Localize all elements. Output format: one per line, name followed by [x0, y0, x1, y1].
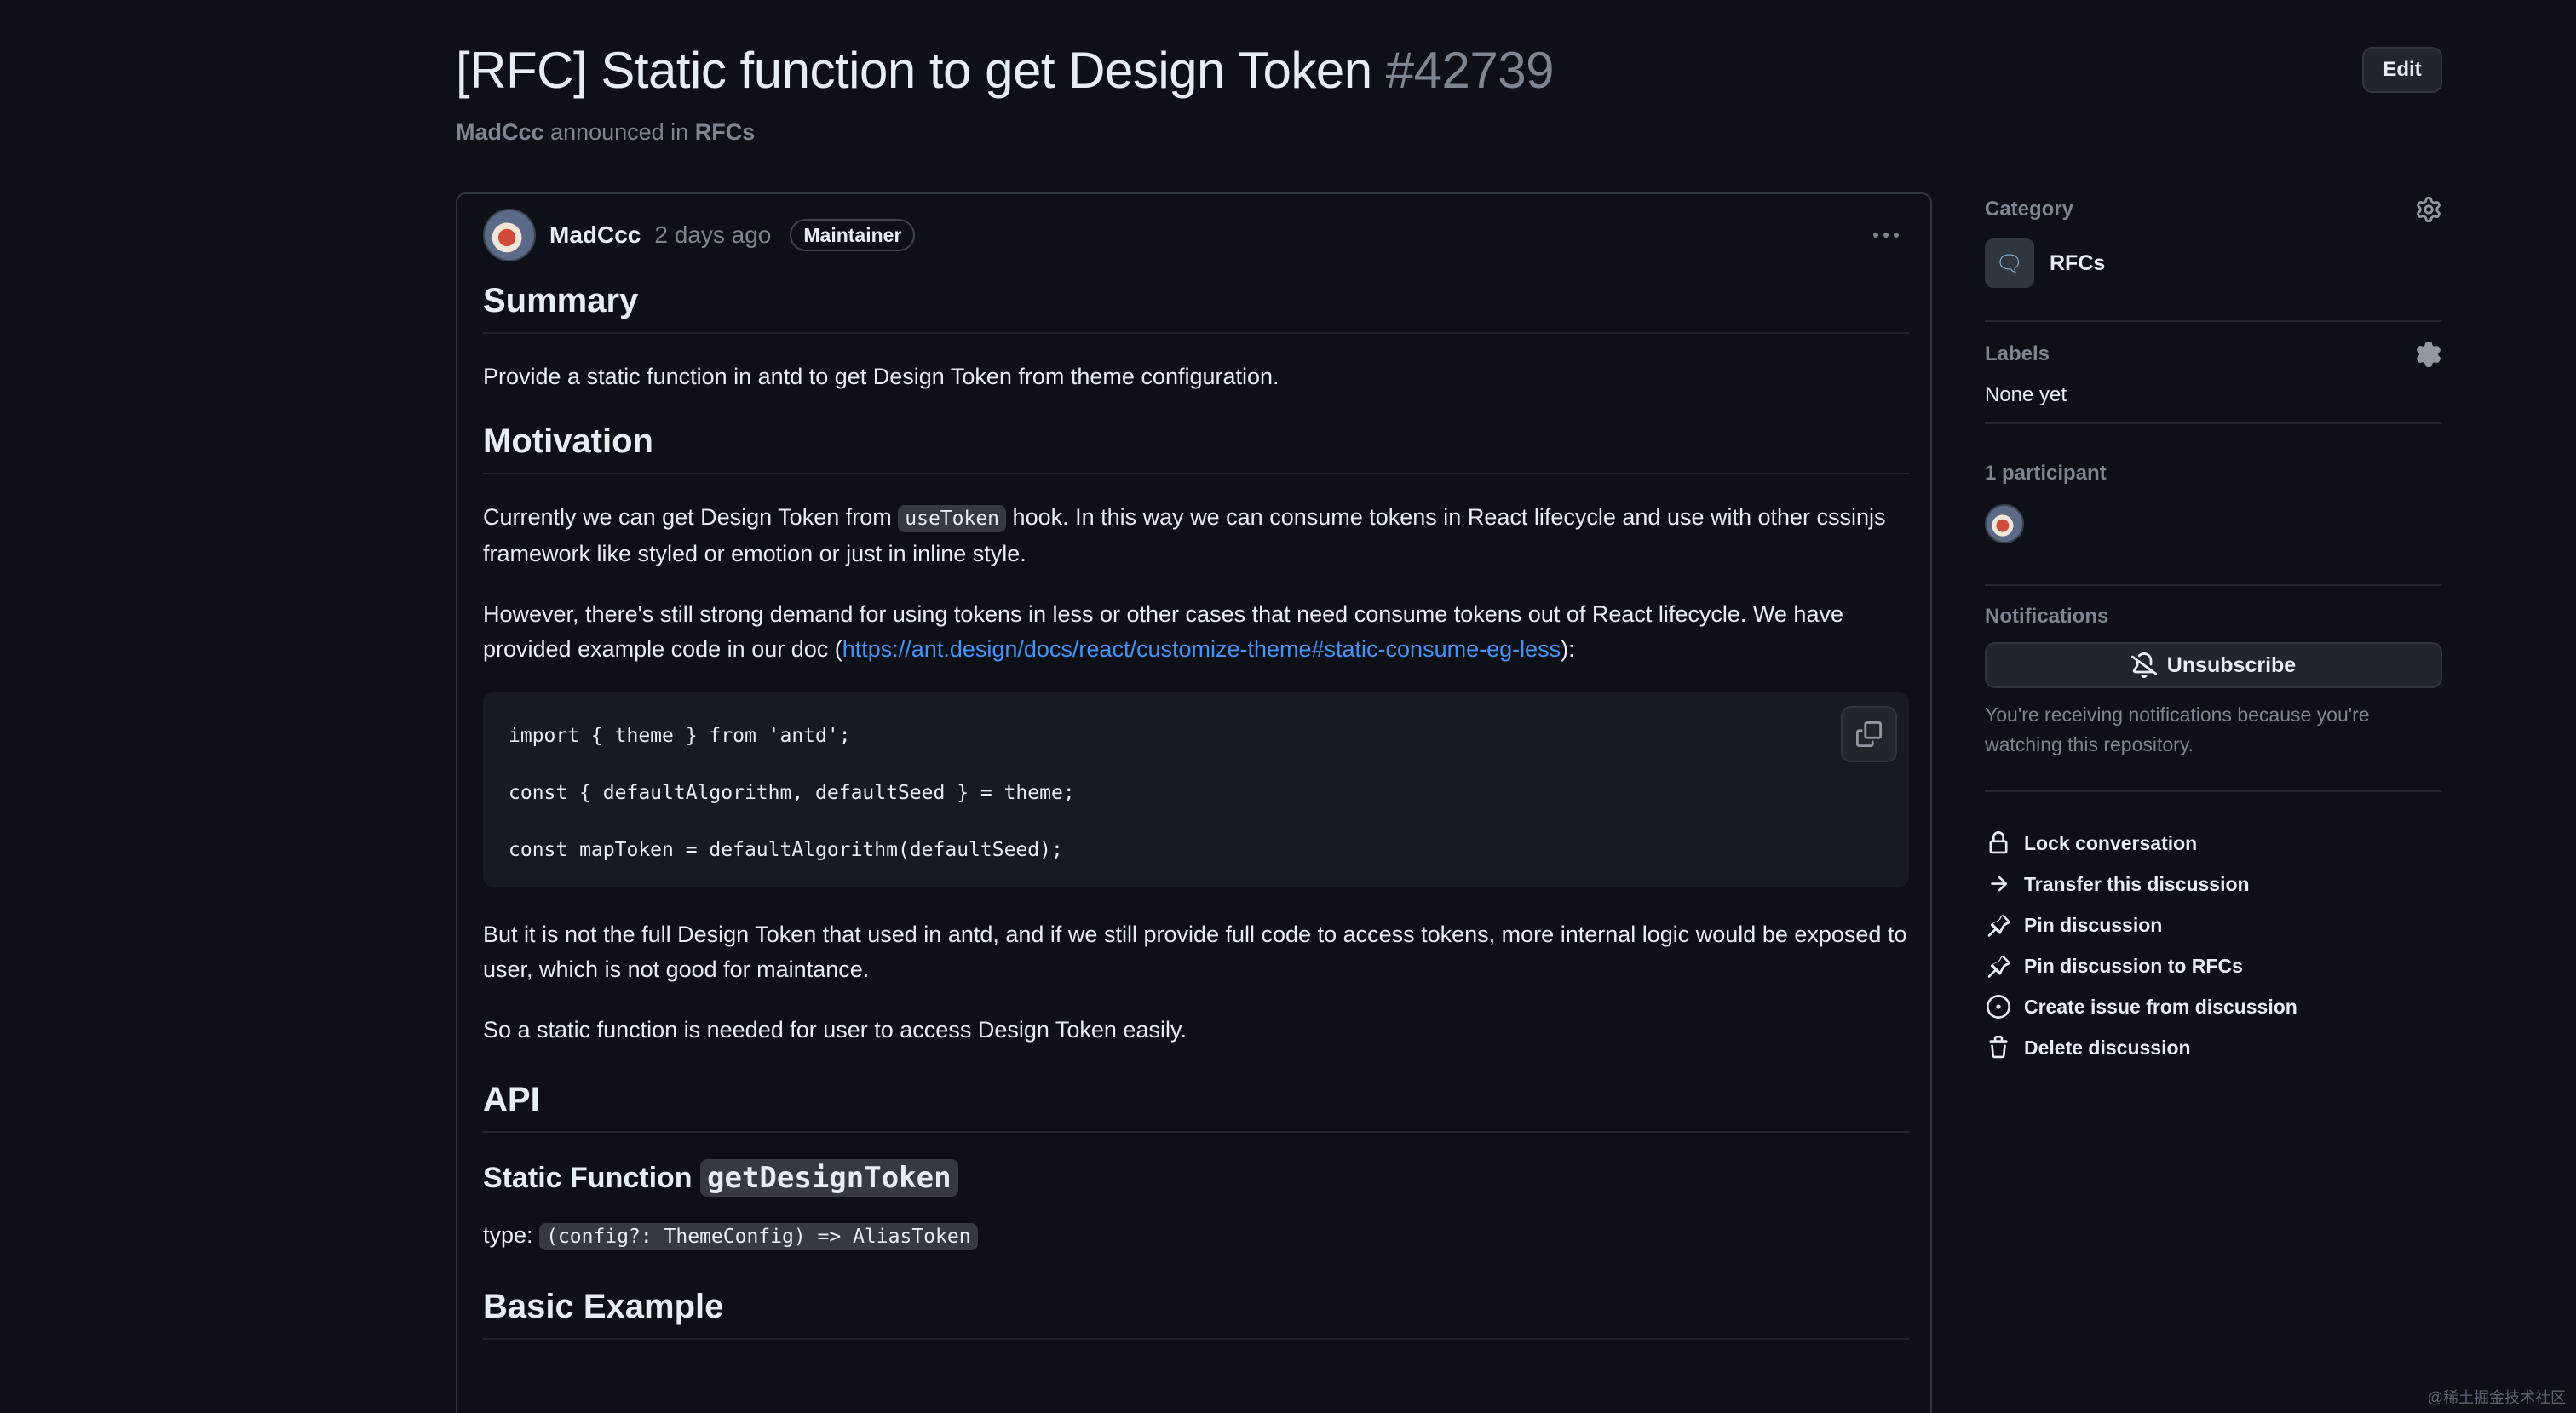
- avatar[interactable]: [483, 209, 536, 261]
- category-settings-button[interactable]: [2415, 196, 2442, 223]
- participants-title: 1 participant: [1985, 462, 2107, 485]
- gear-icon: [2417, 197, 2441, 222]
- code-line-1: import { theme } from 'antd';: [509, 725, 851, 747]
- pin-discussion-to-category-action[interactable]: Pin discussion to RFCs: [1985, 945, 2442, 986]
- title-text: [RFC] Static function to get Design Toke…: [456, 41, 1372, 99]
- unsubscribe-button[interactable]: Unsubscribe: [1985, 642, 2442, 688]
- post-author[interactable]: MadCcc: [549, 221, 641, 249]
- copy-icon: [1856, 721, 1882, 747]
- discussion-actions: Lock conversation Transfer this discussi…: [1985, 823, 2442, 1068]
- motivation-p1-text-a: Currently we can get Design Token from: [483, 504, 892, 530]
- maintainer-badge: Maintainer: [790, 219, 916, 251]
- title-row: [RFC] Static function to get Design Toke…: [456, 34, 2442, 106]
- discussion-page: [RFC] Static function to get Design Toke…: [0, 0, 2576, 1413]
- arrow-right-icon: [1985, 870, 2012, 898]
- pin-icon: [1985, 911, 2012, 939]
- labels-section: Labels None yet: [1985, 341, 2442, 424]
- motivation-heading: Motivation: [483, 420, 1909, 474]
- sidebar: Category 🗨 RFCs Labels None yet 1 partic…: [1985, 196, 2442, 1068]
- type-label: type:: [483, 1221, 533, 1248]
- gear-icon: [2417, 342, 2441, 367]
- discussion-post: MadCcc 2 days ago Maintainer Summary Pro…: [456, 192, 1932, 1413]
- post-header: MadCcc 2 days ago Maintainer: [483, 208, 1909, 262]
- issue-opened-icon: [1985, 993, 2012, 1020]
- action-label: Create issue from discussion: [2024, 995, 2297, 1018]
- category-section: Category 🗨 RFCs: [1985, 196, 2442, 322]
- action-label: Pin discussion: [2024, 913, 2163, 936]
- motivation-p2-text-b: ):: [1561, 636, 1575, 662]
- lock-icon: [1985, 830, 2012, 857]
- labels-settings-button[interactable]: [2415, 341, 2442, 368]
- bell-slash-icon: [2130, 652, 2157, 678]
- speech-balloon-icon: 🗨: [1985, 238, 2034, 288]
- announced-text: announced in: [550, 119, 689, 145]
- watermark: @稀土掘金技术社区: [2427, 1389, 2566, 1406]
- participant-avatar[interactable]: [1985, 504, 2024, 543]
- static-function-heading: Static Function getDesignToken: [483, 1158, 1909, 1199]
- more-options-button[interactable]: [1863, 218, 1909, 252]
- static-function-code: getDesignToken: [700, 1159, 958, 1197]
- motivation-paragraph-2: However, there's still strong demand for…: [483, 597, 1909, 667]
- code-line-3: const mapToken = defaultAlgorithm(defaul…: [509, 839, 1063, 861]
- lock-conversation-action[interactable]: Lock conversation: [1985, 823, 2442, 864]
- kebab-dot-icon: [1883, 233, 1889, 238]
- page-title: [RFC] Static function to get Design Toke…: [456, 41, 1555, 100]
- action-label: Lock conversation: [2024, 831, 2198, 854]
- edit-button[interactable]: Edit: [2362, 47, 2442, 93]
- type-code: (config?: ThemeConfig) => AliasToken: [539, 1222, 978, 1250]
- create-issue-action[interactable]: Create issue from discussion: [1985, 986, 2442, 1027]
- category-name: RFCs: [2050, 250, 2106, 275]
- category-title-row: Category: [1985, 196, 2442, 223]
- code-content: import { theme } from 'antd'; const { de…: [509, 708, 1883, 879]
- header-category-link[interactable]: RFCs: [695, 119, 756, 145]
- type-line: type: (config?: ThemeConfig) => AliasTok…: [483, 1218, 1909, 1255]
- action-label: Delete discussion: [2024, 1036, 2191, 1059]
- category-title: Category: [1985, 198, 2074, 221]
- discussion-number: #42739: [1385, 41, 1555, 99]
- api-heading: API: [483, 1078, 1909, 1133]
- paragraph-3: But it is not the full Design Token that…: [483, 922, 1907, 982]
- static-function-label: Static Function: [483, 1162, 693, 1194]
- notifications-note: You're receiving notifications because y…: [1985, 704, 2370, 755]
- announcement-line: MadCcc announced in RFCs: [456, 119, 755, 146]
- summary-text: Provide a static function in antd to get…: [483, 364, 1279, 389]
- kebab-dot-icon: [1873, 233, 1878, 238]
- copy-button[interactable]: [1841, 706, 1897, 762]
- docs-link[interactable]: https://ant.design/docs/react/customize-…: [842, 636, 1561, 662]
- post-timestamp[interactable]: 2 days ago: [654, 221, 771, 249]
- paragraph-4: So a static function is needed for user …: [483, 1017, 1187, 1043]
- inline-code-usetoken: useToken: [898, 505, 1007, 532]
- pin-discussion-action[interactable]: Pin discussion: [1985, 905, 2442, 945]
- motivation-paragraph-1: Currently we can get Design Token from u…: [483, 500, 1909, 572]
- action-label: Pin discussion to RFCs: [2024, 954, 2243, 977]
- participants-section: 1 participant: [1985, 462, 2442, 586]
- code-block: import { theme } from 'antd'; const { de…: [483, 692, 1909, 887]
- transfer-discussion-action[interactable]: Transfer this discussion: [1985, 864, 2442, 905]
- header-author-link[interactable]: MadCcc: [456, 119, 544, 145]
- summary-heading: Summary: [483, 279, 1909, 334]
- pin-icon: [1985, 952, 2012, 979]
- notifications-section: Notifications Unsubscribe You're receivi…: [1985, 605, 2442, 792]
- post-body: Summary Provide a static function in ant…: [483, 279, 1909, 1365]
- trash-icon: [1985, 1034, 2012, 1061]
- notifications-title: Notifications: [1985, 605, 2109, 628]
- delete-discussion-action[interactable]: Delete discussion: [1985, 1027, 2442, 1068]
- basic-example-heading: Basic Example: [483, 1285, 1909, 1340]
- category-item[interactable]: 🗨 RFCs: [1985, 238, 2442, 288]
- labels-value: None yet: [1985, 383, 2067, 406]
- action-label: Transfer this discussion: [2024, 872, 2250, 895]
- labels-title: Labels: [1985, 342, 2050, 365]
- kebab-dot-icon: [1894, 233, 1899, 238]
- code-line-2: const { defaultAlgorithm, defaultSeed } …: [509, 782, 1075, 804]
- unsubscribe-label: Unsubscribe: [2166, 652, 2297, 677]
- labels-title-row: Labels: [1985, 341, 2442, 368]
